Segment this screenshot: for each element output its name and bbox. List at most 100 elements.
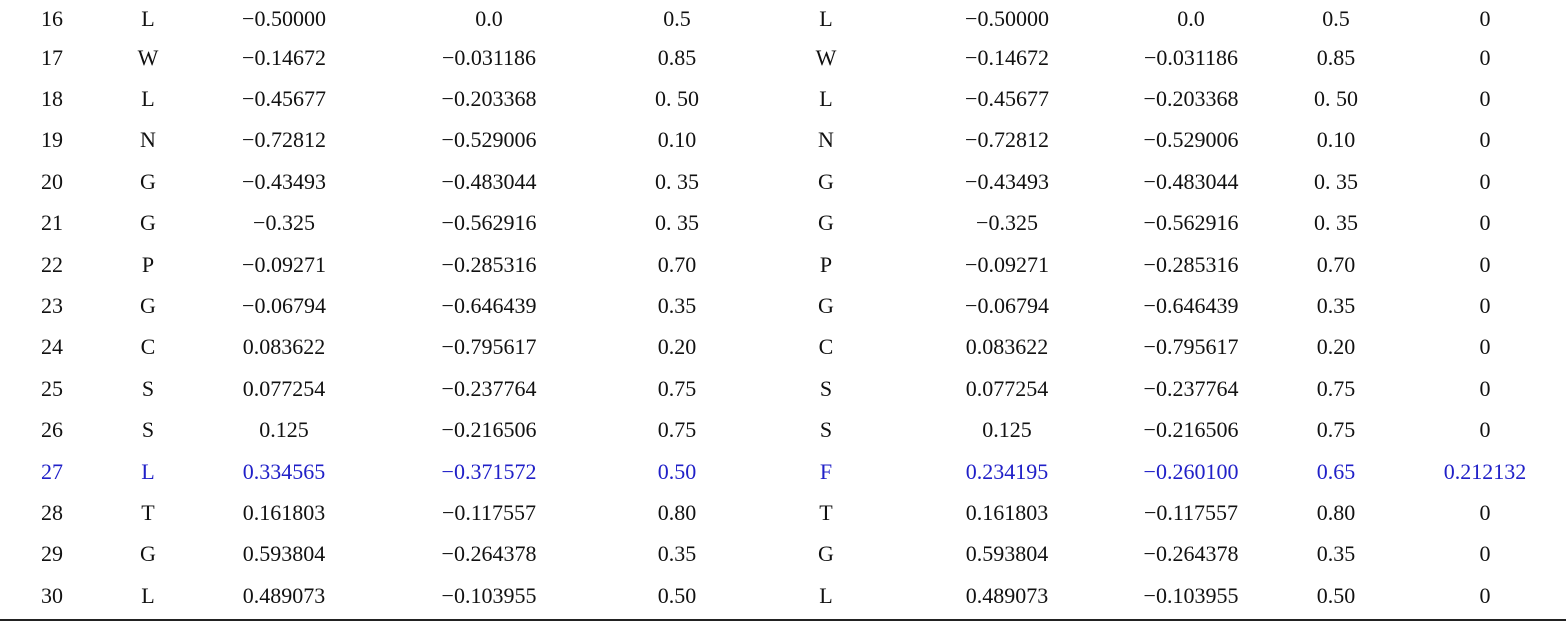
weight-value-2-cell: 0.10 — [1316, 127, 1356, 153]
y-value-cell: −0.237764 — [441, 375, 537, 401]
table-row: 26 S 0.125 −0.216506 0.75 S 0.125 −0.216506 0.75… — [0, 410, 1566, 451]
distance-value-cell: 0.212132 — [1443, 458, 1527, 484]
x-value-cell: 0.334565 — [242, 458, 326, 484]
row-index-cell: 19 — [41, 127, 63, 153]
y-value-2-cell: −0.264378 — [1143, 541, 1239, 567]
x-value-2-cell: −0.06794 — [965, 293, 1049, 319]
weight-value-2-cell: 0.50 — [1316, 582, 1356, 608]
distance-value-cell: 0 — [1479, 251, 1491, 277]
row-index-cell: 27 — [41, 458, 63, 484]
y-value-2-cell: −0.103955 — [1143, 582, 1239, 608]
row-index-cell: 16 — [41, 5, 63, 31]
weight-value-2-cell: 0.65 — [1316, 458, 1356, 484]
weight-value-cell: 0.50 — [657, 582, 697, 608]
table-row: 21 G −0.325 −0.562916 0. 35 G −0.325 −0.562916 0… — [0, 203, 1566, 244]
y-value-cell: 0.0 — [475, 5, 503, 31]
weight-value-2-cell: 0. 35 — [1314, 168, 1358, 194]
residue-code-2-cell: S — [819, 417, 833, 443]
y-value-2-cell: −0.117557 — [1143, 499, 1239, 525]
weight-value-cell: 0.5 — [663, 5, 691, 31]
weight-value-2-cell: 0.70 — [1316, 251, 1356, 277]
weight-value-cell: 0.35 — [657, 541, 697, 567]
table-row: 20 G −0.43493 −0.483044 0. 35 G −0.43493 −0.483… — [0, 161, 1566, 202]
x-value-2-cell: 0.083622 — [965, 334, 1049, 360]
residue-code-cell: L — [141, 5, 155, 31]
y-value-2-cell: −0.483044 — [1143, 168, 1239, 194]
weight-value-2-cell: 0.75 — [1316, 375, 1356, 401]
x-value-cell: −0.06794 — [242, 293, 326, 319]
distance-value-cell: 0 — [1479, 44, 1491, 70]
y-value-cell: −0.646439 — [441, 293, 537, 319]
x-value-cell: 0.077254 — [242, 375, 326, 401]
row-index-cell: 23 — [41, 293, 63, 319]
y-value-cell: −0.117557 — [441, 499, 537, 525]
y-value-2-cell: −0.529006 — [1143, 127, 1239, 153]
weight-value-2-cell: 0.35 — [1316, 293, 1356, 319]
residue-code-2-cell: G — [818, 293, 834, 319]
residue-code-2-cell: G — [818, 541, 834, 567]
weight-value-2-cell: 0.20 — [1316, 334, 1356, 360]
weight-value-cell: 0.35 — [657, 293, 697, 319]
x-value-2-cell: 0.077254 — [965, 375, 1049, 401]
y-value-2-cell: −0.562916 — [1143, 210, 1239, 236]
y-value-2-cell: −0.260100 — [1143, 458, 1239, 484]
residue-code-2-cell: F — [819, 458, 833, 484]
distance-value-cell: 0 — [1479, 5, 1491, 31]
residue-code-2-cell: W — [815, 44, 837, 70]
x-value-2-cell: 0.489073 — [965, 582, 1049, 608]
x-value-2-cell: 0.593804 — [965, 541, 1049, 567]
residue-code-2-cell: G — [818, 210, 834, 236]
distance-value-cell: 0 — [1479, 210, 1491, 236]
x-value-cell: −0.325 — [253, 210, 315, 236]
row-index-cell: 22 — [41, 251, 63, 277]
row-index-cell: 21 — [41, 210, 63, 236]
x-value-2-cell: −0.50000 — [965, 5, 1049, 31]
weight-value-2-cell: 0.75 — [1316, 417, 1356, 443]
table-row: 18 L −0.45677 −0.203368 0. 50 L −0.45677 −0.203… — [0, 78, 1566, 119]
residue-code-cell: G — [140, 541, 156, 567]
table-row: 22 P −0.09271 −0.285316 0.70 P −0.09271 −0.2853… — [0, 244, 1566, 285]
residue-code-cell: L — [141, 458, 155, 484]
y-value-cell: −0.264378 — [441, 541, 537, 567]
table-row: 29 G 0.593804 −0.264378 0.35 G 0.593804 −0.2643… — [0, 534, 1566, 575]
table-row: 24 C 0.083622 −0.795617 0.20 C 0.083622 −0.7956… — [0, 327, 1566, 368]
x-value-2-cell: −0.72812 — [965, 127, 1049, 153]
table-row: 28 T 0.161803 −0.117557 0.80 T 0.161803 −0.1175… — [0, 492, 1566, 533]
y-value-2-cell: −0.646439 — [1143, 293, 1239, 319]
distance-value-cell: 0 — [1479, 541, 1491, 567]
weight-value-2-cell: 0.5 — [1322, 5, 1350, 31]
row-index-cell: 18 — [41, 86, 63, 112]
residue-code-2-cell: T — [819, 499, 833, 525]
distance-value-cell: 0 — [1479, 334, 1491, 360]
residue-code-cell: N — [140, 127, 156, 153]
x-value-2-cell: −0.43493 — [965, 168, 1049, 194]
residue-code-2-cell: P — [819, 251, 833, 277]
residue-code-cell: S — [141, 417, 155, 443]
weight-value-cell: 0. 35 — [655, 210, 699, 236]
y-value-cell: −0.031186 — [441, 44, 537, 70]
x-value-cell: 0.489073 — [242, 582, 326, 608]
row-index-cell: 20 — [41, 168, 63, 194]
y-value-2-cell: −0.237764 — [1143, 375, 1239, 401]
x-value-cell: −0.09271 — [242, 251, 326, 277]
residue-code-cell: G — [140, 168, 156, 194]
x-value-2-cell: −0.14672 — [965, 44, 1049, 70]
residue-code-2-cell: N — [818, 127, 834, 153]
x-value-cell: 0.083622 — [242, 334, 326, 360]
row-index-cell: 28 — [41, 499, 63, 525]
y-value-cell: −0.562916 — [441, 210, 537, 236]
x-value-2-cell: 0.234195 — [965, 458, 1049, 484]
x-value-cell: 0.593804 — [242, 541, 326, 567]
x-value-2-cell: −0.45677 — [965, 86, 1049, 112]
weight-value-2-cell: 0.80 — [1316, 499, 1356, 525]
y-value-cell: −0.795617 — [441, 334, 537, 360]
data-table-region: 16 L −0.50000 0.0 0.5 L −0.50000 0.0 0.5 0 17 W −0.1… — [0, 0, 1566, 623]
distance-value-cell: 0 — [1479, 375, 1491, 401]
y-value-2-cell: −0.031186 — [1143, 44, 1239, 70]
weight-value-2-cell: 0.85 — [1316, 44, 1356, 70]
y-value-cell: −0.216506 — [441, 417, 537, 443]
weight-value-2-cell: 0.35 — [1316, 541, 1356, 567]
x-value-cell: −0.45677 — [242, 86, 326, 112]
row-index-cell: 17 — [41, 44, 63, 70]
y-value-2-cell: −0.285316 — [1143, 251, 1239, 277]
